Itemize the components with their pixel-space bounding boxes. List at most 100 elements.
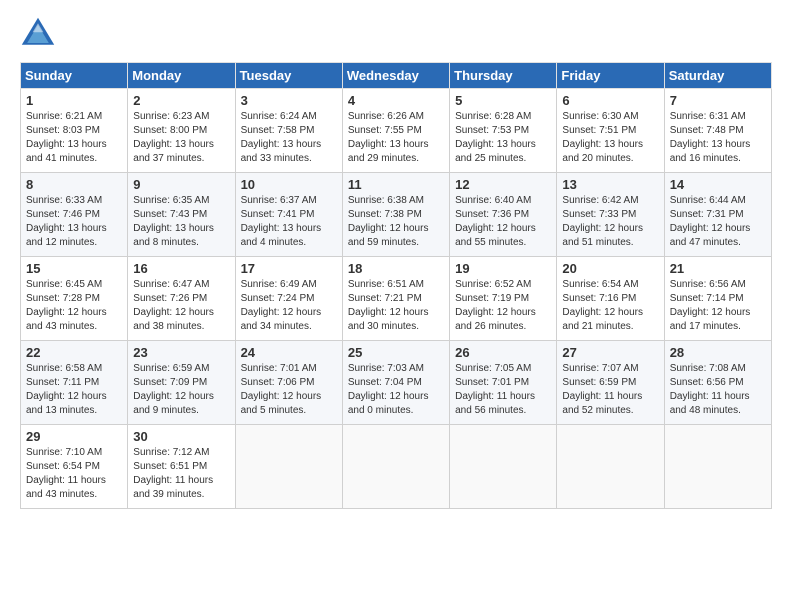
header bbox=[20, 16, 772, 52]
day-info: Sunrise: 7:08 AM Sunset: 6:56 PM Dayligh… bbox=[670, 362, 766, 418]
logo-icon bbox=[20, 16, 56, 52]
day-number: 10 bbox=[241, 177, 337, 192]
calendar-cell: 21 Sunrise: 6:56 AM Sunset: 7:14 PM Dayli… bbox=[664, 257, 771, 341]
calendar-cell: 26 Sunrise: 7:05 AM Sunset: 7:01 PM Dayli… bbox=[450, 341, 557, 425]
weekday-header-monday: Monday bbox=[128, 63, 235, 89]
calendar-cell bbox=[664, 425, 771, 509]
day-number: 27 bbox=[562, 345, 658, 360]
day-info: Sunrise: 7:05 AM Sunset: 7:01 PM Dayligh… bbox=[455, 362, 551, 418]
weekday-header-sunday: Sunday bbox=[21, 63, 128, 89]
weekday-header-tuesday: Tuesday bbox=[235, 63, 342, 89]
day-number: 16 bbox=[133, 261, 229, 276]
calendar-cell: 25 Sunrise: 7:03 AM Sunset: 7:04 PM Dayli… bbox=[342, 341, 449, 425]
calendar-week-row: 1 Sunrise: 6:21 AM Sunset: 8:03 PM Daylig… bbox=[21, 89, 772, 173]
calendar-cell: 1 Sunrise: 6:21 AM Sunset: 8:03 PM Daylig… bbox=[21, 89, 128, 173]
weekday-header-wednesday: Wednesday bbox=[342, 63, 449, 89]
calendar-week-row: 29 Sunrise: 7:10 AM Sunset: 6:54 PM Dayli… bbox=[21, 425, 772, 509]
calendar-cell: 5Sunrise: 6:28 AM Sunset: 7:53 PM Daylig… bbox=[450, 89, 557, 173]
calendar-cell: 13 Sunrise: 6:42 AM Sunset: 7:33 PM Dayli… bbox=[557, 173, 664, 257]
calendar-cell: 14 Sunrise: 6:44 AM Sunset: 7:31 PM Dayli… bbox=[664, 173, 771, 257]
weekday-header-friday: Friday bbox=[557, 63, 664, 89]
day-number: 19 bbox=[455, 261, 551, 276]
day-number: 18 bbox=[348, 261, 444, 276]
calendar-cell: 9 Sunrise: 6:35 AM Sunset: 7:43 PM Daylig… bbox=[128, 173, 235, 257]
day-number: 17 bbox=[241, 261, 337, 276]
day-number: 1 bbox=[26, 93, 122, 108]
day-info: Sunrise: 7:10 AM Sunset: 6:54 PM Dayligh… bbox=[26, 446, 122, 502]
calendar-cell: 7Sunrise: 6:31 AM Sunset: 7:48 PM Daylig… bbox=[664, 89, 771, 173]
day-number: 21 bbox=[670, 261, 766, 276]
day-info: Sunrise: 6:44 AM Sunset: 7:31 PM Dayligh… bbox=[670, 194, 766, 250]
calendar-cell: 6 Sunrise: 6:30 AM Sunset: 7:51 PM Daylig… bbox=[557, 89, 664, 173]
calendar-cell bbox=[235, 425, 342, 509]
calendar-cell: 23Sunrise: 6:59 AM Sunset: 7:09 PM Dayli… bbox=[128, 341, 235, 425]
day-info: Sunrise: 6:52 AM Sunset: 7:19 PM Dayligh… bbox=[455, 278, 551, 334]
day-number: 24 bbox=[241, 345, 337, 360]
day-info: Sunrise: 6:33 AM Sunset: 7:46 PM Dayligh… bbox=[26, 194, 122, 250]
calendar-cell: 3 Sunrise: 6:24 AM Sunset: 7:58 PM Daylig… bbox=[235, 89, 342, 173]
day-number: 5 bbox=[455, 93, 551, 108]
day-number: 23 bbox=[133, 345, 229, 360]
day-info: Sunrise: 6:30 AM Sunset: 7:51 PM Dayligh… bbox=[562, 110, 658, 166]
calendar-week-row: 8 Sunrise: 6:33 AM Sunset: 7:46 PM Daylig… bbox=[21, 173, 772, 257]
day-number: 3 bbox=[241, 93, 337, 108]
day-info: Sunrise: 6:40 AM Sunset: 7:36 PM Dayligh… bbox=[455, 194, 551, 250]
day-info: Sunrise: 6:42 AM Sunset: 7:33 PM Dayligh… bbox=[562, 194, 658, 250]
day-info: Sunrise: 6:45 AM Sunset: 7:28 PM Dayligh… bbox=[26, 278, 122, 334]
calendar-cell: 30 Sunrise: 7:12 AM Sunset: 6:51 PM Dayli… bbox=[128, 425, 235, 509]
day-info: Sunrise: 7:07 AM Sunset: 6:59 PM Dayligh… bbox=[562, 362, 658, 418]
calendar-cell: 4 Sunrise: 6:26 AM Sunset: 7:55 PM Daylig… bbox=[342, 89, 449, 173]
day-number: 6 bbox=[562, 93, 658, 108]
calendar: SundayMondayTuesdayWednesdayThursdayFrid… bbox=[20, 62, 772, 509]
day-info: Sunrise: 7:12 AM Sunset: 6:51 PM Dayligh… bbox=[133, 446, 229, 502]
day-number: 14 bbox=[670, 177, 766, 192]
day-number: 13 bbox=[562, 177, 658, 192]
calendar-cell: 12Sunrise: 6:40 AM Sunset: 7:36 PM Dayli… bbox=[450, 173, 557, 257]
page: SundayMondayTuesdayWednesdayThursdayFrid… bbox=[0, 0, 792, 612]
day-info: Sunrise: 6:31 AM Sunset: 7:48 PM Dayligh… bbox=[670, 110, 766, 166]
day-number: 26 bbox=[455, 345, 551, 360]
calendar-week-row: 15Sunrise: 6:45 AM Sunset: 7:28 PM Dayli… bbox=[21, 257, 772, 341]
day-info: Sunrise: 6:23 AM Sunset: 8:00 PM Dayligh… bbox=[133, 110, 229, 166]
calendar-cell: 20 Sunrise: 6:54 AM Sunset: 7:16 PM Dayli… bbox=[557, 257, 664, 341]
calendar-cell: 11 Sunrise: 6:38 AM Sunset: 7:38 PM Dayli… bbox=[342, 173, 449, 257]
calendar-cell: 27 Sunrise: 7:07 AM Sunset: 6:59 PM Dayli… bbox=[557, 341, 664, 425]
day-info: Sunrise: 6:21 AM Sunset: 8:03 PM Dayligh… bbox=[26, 110, 122, 166]
day-info: Sunrise: 6:35 AM Sunset: 7:43 PM Dayligh… bbox=[133, 194, 229, 250]
day-number: 30 bbox=[133, 429, 229, 444]
day-info: Sunrise: 6:54 AM Sunset: 7:16 PM Dayligh… bbox=[562, 278, 658, 334]
calendar-cell: 29 Sunrise: 7:10 AM Sunset: 6:54 PM Dayli… bbox=[21, 425, 128, 509]
day-info: Sunrise: 6:56 AM Sunset: 7:14 PM Dayligh… bbox=[670, 278, 766, 334]
day-info: Sunrise: 7:01 AM Sunset: 7:06 PM Dayligh… bbox=[241, 362, 337, 418]
day-number: 4 bbox=[348, 93, 444, 108]
weekday-header-saturday: Saturday bbox=[664, 63, 771, 89]
calendar-cell: 16 Sunrise: 6:47 AM Sunset: 7:26 PM Dayli… bbox=[128, 257, 235, 341]
day-info: Sunrise: 6:49 AM Sunset: 7:24 PM Dayligh… bbox=[241, 278, 337, 334]
calendar-cell: 22 Sunrise: 6:58 AM Sunset: 7:11 PM Dayli… bbox=[21, 341, 128, 425]
day-info: Sunrise: 6:37 AM Sunset: 7:41 PM Dayligh… bbox=[241, 194, 337, 250]
day-info: Sunrise: 6:24 AM Sunset: 7:58 PM Dayligh… bbox=[241, 110, 337, 166]
day-info: Sunrise: 7:03 AM Sunset: 7:04 PM Dayligh… bbox=[348, 362, 444, 418]
day-number: 22 bbox=[26, 345, 122, 360]
calendar-cell: 28Sunrise: 7:08 AM Sunset: 6:56 PM Dayli… bbox=[664, 341, 771, 425]
calendar-cell: 8 Sunrise: 6:33 AM Sunset: 7:46 PM Daylig… bbox=[21, 173, 128, 257]
day-number: 9 bbox=[133, 177, 229, 192]
calendar-cell: 10 Sunrise: 6:37 AM Sunset: 7:41 PM Dayli… bbox=[235, 173, 342, 257]
weekday-header-thursday: Thursday bbox=[450, 63, 557, 89]
calendar-week-row: 22 Sunrise: 6:58 AM Sunset: 7:11 PM Dayli… bbox=[21, 341, 772, 425]
day-info: Sunrise: 6:38 AM Sunset: 7:38 PM Dayligh… bbox=[348, 194, 444, 250]
day-number: 20 bbox=[562, 261, 658, 276]
calendar-cell bbox=[557, 425, 664, 509]
day-number: 29 bbox=[26, 429, 122, 444]
day-info: Sunrise: 6:26 AM Sunset: 7:55 PM Dayligh… bbox=[348, 110, 444, 166]
day-number: 8 bbox=[26, 177, 122, 192]
day-number: 11 bbox=[348, 177, 444, 192]
day-info: Sunrise: 6:58 AM Sunset: 7:11 PM Dayligh… bbox=[26, 362, 122, 418]
calendar-cell: 2Sunrise: 6:23 AM Sunset: 8:00 PM Daylig… bbox=[128, 89, 235, 173]
calendar-header-row: SundayMondayTuesdayWednesdayThursdayFrid… bbox=[21, 63, 772, 89]
day-info: Sunrise: 6:47 AM Sunset: 7:26 PM Dayligh… bbox=[133, 278, 229, 334]
calendar-cell: 15Sunrise: 6:45 AM Sunset: 7:28 PM Dayli… bbox=[21, 257, 128, 341]
calendar-cell bbox=[342, 425, 449, 509]
day-number: 25 bbox=[348, 345, 444, 360]
calendar-cell: 19 Sunrise: 6:52 AM Sunset: 7:19 PM Dayli… bbox=[450, 257, 557, 341]
